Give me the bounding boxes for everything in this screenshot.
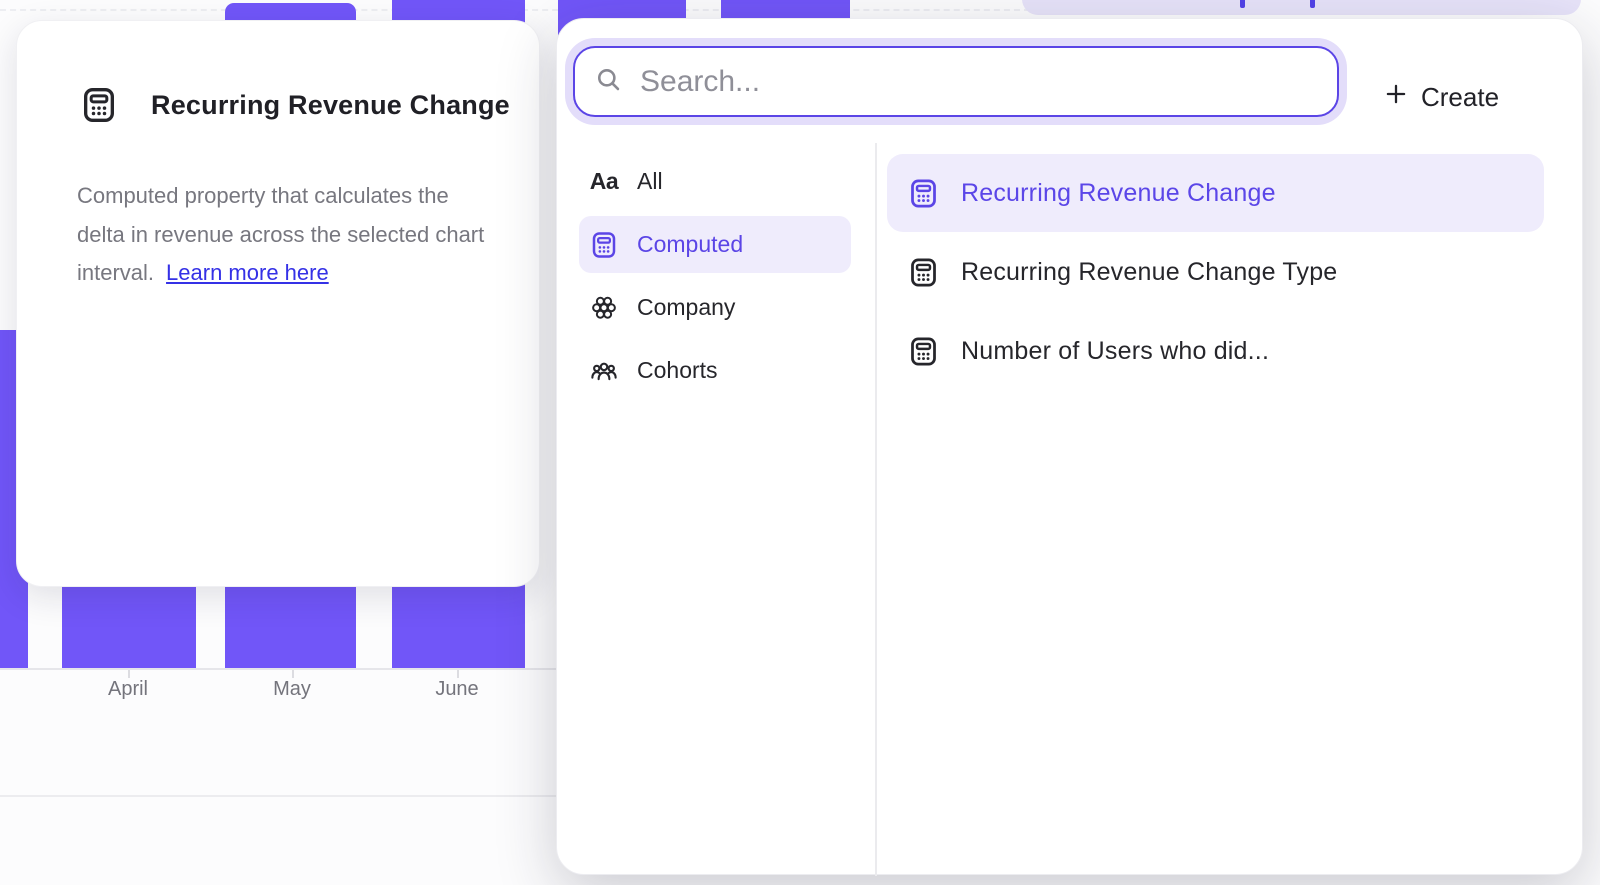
property-picker-dialog: Create Aa All Computed Company Cohorts Recur… (556, 18, 1583, 875)
company-cluster-icon (589, 293, 619, 323)
axis-tick (128, 670, 130, 678)
property-title: Recurring Revenue Change (151, 90, 510, 121)
result-label: Number of Users who did... (961, 337, 1269, 366)
description-line: interval. (77, 260, 154, 285)
app-background: April May June Recurring Revenue Change Co… (0, 0, 1600, 885)
calculator-icon (907, 177, 940, 210)
result-item[interactable]: Recurring Revenue Change Type (887, 233, 1544, 311)
axis-label: April (68, 678, 188, 701)
calculator-icon (589, 230, 619, 260)
selected-property-pill[interactable] (1022, 0, 1581, 15)
partial-text-fragment (1240, 0, 1245, 8)
search-icon (595, 66, 622, 93)
search-box[interactable] (573, 46, 1339, 117)
result-item[interactable]: Number of Users who did... (887, 312, 1544, 390)
cohorts-people-icon (589, 356, 619, 386)
property-description: Computed property that calculates the del… (77, 177, 529, 293)
text-aa-icon: Aa (590, 168, 618, 195)
category-label: Computed (637, 231, 743, 258)
category-item-computed[interactable]: Computed (579, 216, 851, 273)
search-input[interactable] (638, 64, 1317, 100)
category-label: All (637, 168, 663, 195)
category-label: Company (637, 294, 735, 321)
property-tooltip-card: Recurring Revenue Change Computed proper… (16, 20, 540, 587)
plus-icon (1383, 81, 1409, 107)
learn-more-link[interactable]: Learn more here (166, 260, 329, 285)
calculator-icon (907, 256, 940, 289)
result-item[interactable]: Recurring Revenue Change (887, 154, 1544, 232)
result-label: Recurring Revenue Change (961, 179, 1276, 208)
panel-divider (875, 143, 877, 876)
category-label: Cohorts (637, 357, 718, 384)
partial-text-fragment (1310, 0, 1315, 8)
result-label: Recurring Revenue Change Type (961, 258, 1337, 287)
create-button-label: Create (1421, 82, 1499, 113)
description-line: Computed property that calculates the (77, 183, 449, 208)
category-item-cohorts[interactable]: Cohorts (579, 342, 851, 399)
calculator-icon (907, 335, 940, 368)
axis-tick (457, 670, 459, 678)
axis-tick (292, 670, 294, 678)
calculator-icon (79, 85, 119, 125)
axis-label: May (232, 678, 352, 701)
category-item-all[interactable]: Aa All (579, 153, 851, 210)
category-item-company[interactable]: Company (579, 279, 851, 336)
create-button[interactable]: Create (1369, 66, 1513, 128)
axis-label: June (397, 678, 517, 701)
description-line: delta in revenue across the selected cha… (77, 222, 484, 247)
